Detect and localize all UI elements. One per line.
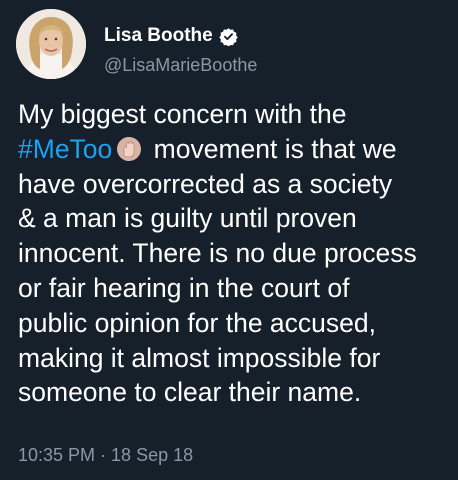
raised-hand-icon	[116, 136, 142, 162]
tweet-line: have overcorrected as a society	[18, 168, 393, 199]
tweet-line-rest: movement is that we	[146, 133, 397, 164]
tweet-line: making it almost impossible for	[18, 342, 381, 373]
tweet-text: My biggest concern with the #MeToo movem…	[18, 97, 452, 410]
display-name[interactable]: Lisa Boothe	[104, 25, 213, 47]
user-handle[interactable]: @LisaMarieBoothe	[104, 55, 257, 76]
tweet-line: or fair hearing in the court of	[18, 272, 350, 303]
tweet-line: public opinion for the accused,	[18, 307, 376, 338]
tweet-line: & a man is guilty until proven	[18, 203, 357, 234]
tweet-line: innocent. There is no due process	[18, 238, 417, 269]
tweet-line: #MeToo movement is that we	[18, 132, 452, 167]
name-row: Lisa Boothe	[104, 24, 238, 48]
tweet-timestamp[interactable]: 10:35 PM · 18 Sep 18	[18, 445, 193, 466]
tweet-line: My biggest concern with the	[18, 99, 347, 129]
tweet-line: someone to clear their name.	[18, 377, 362, 408]
tweet-header: Lisa Boothe @LisaMarieBoothe	[16, 9, 446, 81]
hashtag-link[interactable]: #MeToo	[18, 134, 112, 164]
avatar-image	[16, 9, 86, 79]
verified-badge-icon	[219, 27, 238, 47]
avatar[interactable]	[16, 9, 86, 79]
